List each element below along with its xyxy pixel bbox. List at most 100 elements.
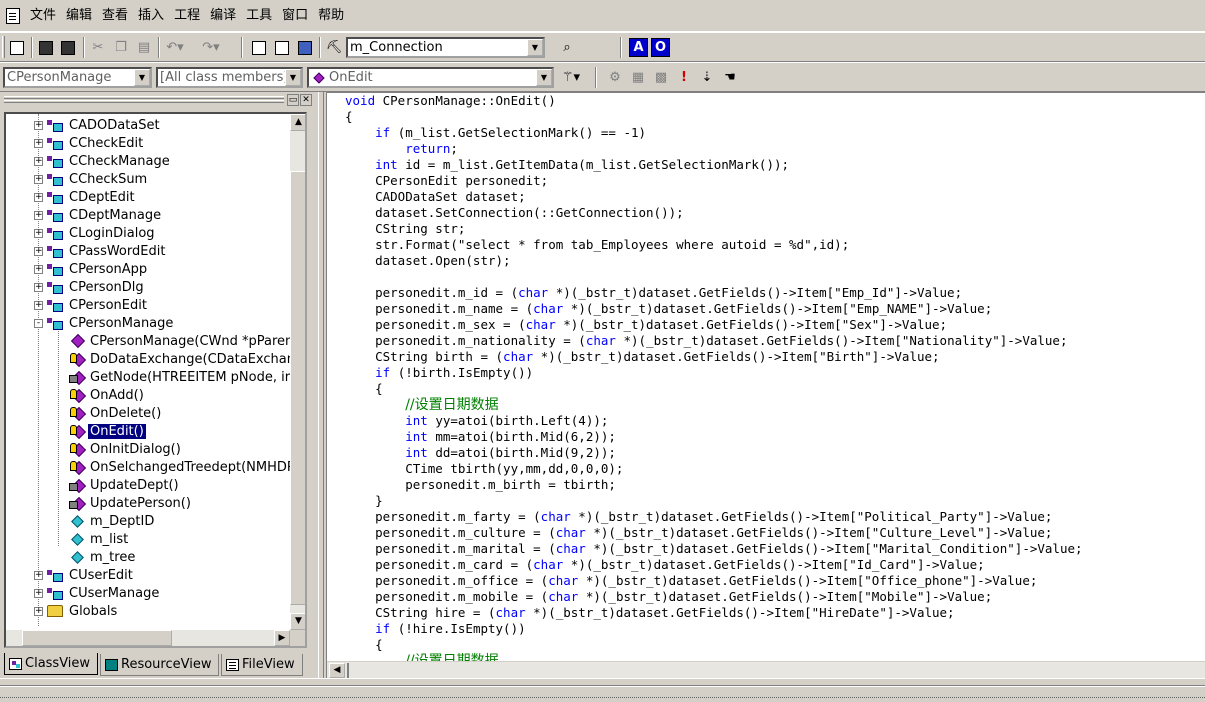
code-editor[interactable]: void CPersonManage::OnEdit(){ if (m_list… <box>326 92 1205 678</box>
expand-icon[interactable]: + <box>34 174 43 184</box>
tree-item[interactable]: OnDelete() <box>70 404 163 422</box>
tree-item[interactable]: + CUserEdit <box>34 566 135 584</box>
menu-edit[interactable]: 编辑 <box>61 0 97 32</box>
scroll-thumb[interactable] <box>347 663 349 678</box>
tree-item[interactable]: OnSelchangedTreedept(NMHDR <box>70 458 298 476</box>
class-tree[interactable]: + CADODataSet + CCheckEdit + CCheckManage + CCh… <box>4 112 307 648</box>
menu-help[interactable]: 帮助 <box>313 0 349 32</box>
expand-icon[interactable]: + <box>34 138 43 148</box>
tree-item[interactable]: OnAdd() <box>70 386 146 404</box>
go-button[interactable]: ⇣ <box>696 67 718 88</box>
tree-item[interactable]: + Globals <box>34 602 119 620</box>
find-combo[interactable]: m_Connection ▼ <box>346 37 545 58</box>
collapse-icon[interactable]: - <box>34 318 43 328</box>
menu-project[interactable]: 工程 <box>169 0 205 32</box>
expand-icon[interactable]: + <box>34 570 43 580</box>
class-combo[interactable]: CPersonManage ▼ <box>3 67 152 88</box>
expand-icon[interactable]: + <box>34 156 43 166</box>
tree-item[interactable]: m_tree <box>70 548 137 566</box>
new-file-button[interactable] <box>6 37 28 58</box>
scroll-up-icon[interactable]: ▲ <box>290 114 305 131</box>
tree-vertical-scrollbar[interactable]: ▲ ▼ <box>290 114 305 630</box>
member-combo[interactable]: OnEdit ▼ <box>307 67 554 88</box>
menu-tools[interactable]: 工具 <box>241 0 277 32</box>
tree-item[interactable]: m_DeptID <box>70 512 156 530</box>
tree-item[interactable]: m_list <box>70 530 130 548</box>
expand-icon[interactable]: + <box>34 264 43 274</box>
panel-splitter[interactable] <box>318 92 324 678</box>
format-o-button[interactable]: O <box>651 38 670 57</box>
build-button[interactable]: ▦ <box>627 67 649 88</box>
tree-item[interactable]: DoDataExchange(CDataExchan <box>70 350 297 368</box>
document-icon[interactable] <box>6 7 20 24</box>
scroll-thumb[interactable] <box>290 171 305 605</box>
tree-item[interactable]: CPersonManage(CWnd *pParen <box>70 332 295 350</box>
find-button[interactable]: ⌕ <box>556 37 578 58</box>
tree-item[interactable]: - CPersonManage <box>34 314 175 332</box>
menu-insert[interactable]: 插入 <box>133 0 169 32</box>
tree-item[interactable]: + CADODataSet <box>34 116 162 134</box>
filter-combo[interactable]: [All class members] ▼ <box>156 67 303 88</box>
panel-grip[interactable] <box>4 96 284 99</box>
paste-button[interactable]: ▤ <box>133 37 155 58</box>
tree-item[interactable]: + CPassWordEdit <box>34 242 167 260</box>
code-text[interactable]: void CPersonManage::OnEdit(){ if (m_list… <box>345 93 1205 661</box>
save-all-button[interactable] <box>57 37 79 58</box>
stop-build-button[interactable]: ▩ <box>650 67 672 88</box>
tree-item[interactable]: + CPersonApp <box>34 260 149 278</box>
compile-button[interactable]: ⚙ <box>604 67 626 88</box>
workspace-button[interactable] <box>248 37 270 58</box>
scroll-right-icon[interactable]: ▶ <box>274 630 290 646</box>
window-list-button[interactable] <box>294 37 316 58</box>
tree-item[interactable]: + CUserManage <box>34 584 161 602</box>
tree-item[interactable]: + CCheckEdit <box>34 134 145 152</box>
expand-icon[interactable]: + <box>34 606 43 616</box>
toolbar-grip[interactable] <box>2 36 5 58</box>
redo-button[interactable]: ↷▾ <box>200 37 222 58</box>
tree-item[interactable]: + CLoginDialog <box>34 224 157 242</box>
breakpoint-button[interactable]: ☚ <box>719 67 741 88</box>
execute-button[interactable]: ! <box>673 67 695 88</box>
save-button[interactable] <box>35 37 57 58</box>
tab-classview[interactable]: ClassView <box>4 653 98 675</box>
tree-item[interactable]: + CPersonDlg <box>34 278 146 296</box>
scroll-left-icon[interactable]: ◀ <box>329 663 345 678</box>
chevron-down-icon[interactable]: ▼ <box>536 69 552 86</box>
format-a-button[interactable]: A <box>629 38 648 57</box>
restore-icon[interactable]: ▭ <box>287 94 299 106</box>
menu-window[interactable]: 窗口 <box>277 0 313 32</box>
find-in-files-button[interactable]: ⛏ <box>323 37 345 58</box>
scroll-thumb[interactable] <box>22 630 172 646</box>
output-button[interactable] <box>271 37 293 58</box>
copy-button[interactable]: ❐ <box>110 37 132 58</box>
chevron-down-icon[interactable]: ▼ <box>134 69 150 86</box>
tree-item[interactable]: + CCheckSum <box>34 170 149 188</box>
expand-icon[interactable]: + <box>34 120 43 130</box>
expand-icon[interactable]: + <box>34 210 43 220</box>
scroll-down-icon[interactable]: ▼ <box>290 613 305 630</box>
expand-icon[interactable]: + <box>34 282 43 292</box>
tree-item[interactable]: + CDeptManage <box>34 206 163 224</box>
close-icon[interactable]: ✕ <box>300 94 312 106</box>
tree-item[interactable]: + CDeptEdit <box>34 188 137 206</box>
tree-item[interactable]: + CPersonEdit <box>34 296 149 314</box>
tree-item[interactable]: UpdatePerson() <box>69 494 193 512</box>
tree-horizontal-scrollbar[interactable]: ◀ ▶ <box>6 630 290 646</box>
tree-item[interactable]: + CCheckManage <box>34 152 172 170</box>
expand-icon[interactable]: + <box>34 228 43 238</box>
expand-icon[interactable]: + <box>34 246 43 256</box>
tree-item[interactable]: UpdateDept() <box>69 476 181 494</box>
undo-button[interactable]: ↶▾ <box>164 37 186 58</box>
expand-icon[interactable]: + <box>34 300 43 310</box>
tab-fileview[interactable]: FileView <box>221 654 303 676</box>
tree-item[interactable]: GetNode(HTREEITEM pNode, ir <box>69 368 292 386</box>
menu-view[interactable]: 查看 <box>97 0 133 32</box>
tree-item[interactable]: OnEdit() <box>70 422 147 440</box>
cut-button[interactable]: ✂ <box>87 37 109 58</box>
chevron-down-icon[interactable]: ▼ <box>527 39 543 56</box>
expand-icon[interactable]: + <box>34 588 43 598</box>
menu-build[interactable]: 编译 <box>205 0 241 32</box>
wizard-action-button[interactable]: ⚚▾ <box>560 67 582 88</box>
expand-icon[interactable]: + <box>34 192 43 202</box>
tab-resourceview[interactable]: ResourceView <box>100 654 219 676</box>
